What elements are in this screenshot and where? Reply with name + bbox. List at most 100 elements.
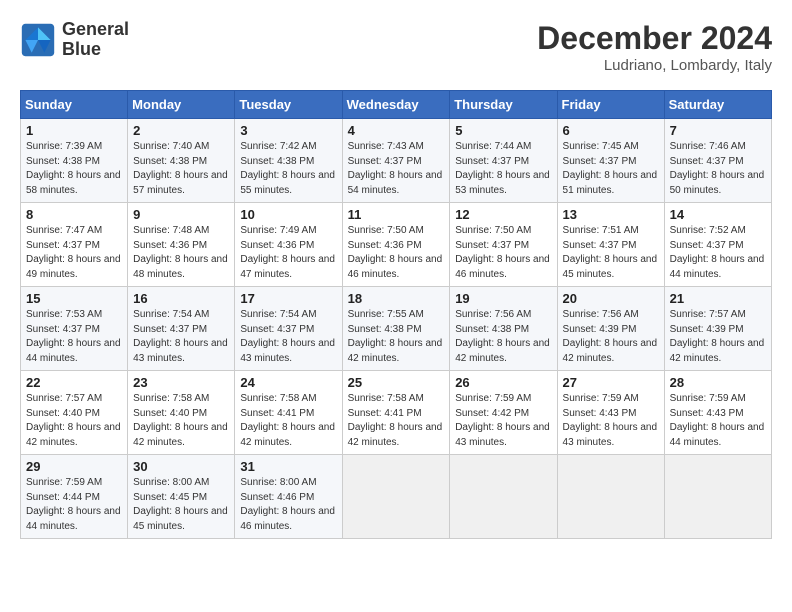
calendar-cell: 28 Sunrise: 7:59 AM Sunset: 4:43 PM Dayl… <box>664 371 771 455</box>
logo: General Blue <box>20 20 129 60</box>
weekday-header-thursday: Thursday <box>450 91 557 119</box>
day-number: 21 <box>670 291 766 306</box>
calendar-cell: 10 Sunrise: 7:49 AM Sunset: 4:36 PM Dayl… <box>235 203 342 287</box>
day-number: 4 <box>348 123 445 138</box>
day-number: 3 <box>240 123 336 138</box>
day-info: Sunrise: 7:56 AM Sunset: 4:39 PM Dayligh… <box>563 308 659 366</box>
day-number: 24 <box>240 375 336 390</box>
day-info: Sunrise: 7:45 AM Sunset: 4:37 PM Dayligh… <box>563 140 659 198</box>
weekday-header-sunday: Sunday <box>21 91 128 119</box>
calendar-cell: 13 Sunrise: 7:51 AM Sunset: 4:37 PM Dayl… <box>557 203 664 287</box>
calendar-cell: 19 Sunrise: 7:56 AM Sunset: 4:38 PM Dayl… <box>450 287 557 371</box>
calendar-cell: 12 Sunrise: 7:50 AM Sunset: 4:37 PM Dayl… <box>450 203 557 287</box>
day-info: Sunrise: 7:44 AM Sunset: 4:37 PM Dayligh… <box>455 140 551 198</box>
day-number: 28 <box>670 375 766 390</box>
month-title: December 2024 <box>537 20 772 57</box>
calendar-cell: 22 Sunrise: 7:57 AM Sunset: 4:40 PM Dayl… <box>21 371 128 455</box>
calendar-cell: 9 Sunrise: 7:48 AM Sunset: 4:36 PM Dayli… <box>128 203 235 287</box>
calendar-cell: 6 Sunrise: 7:45 AM Sunset: 4:37 PM Dayli… <box>557 119 664 203</box>
day-info: Sunrise: 7:42 AM Sunset: 4:38 PM Dayligh… <box>240 140 336 198</box>
day-number: 18 <box>348 291 445 306</box>
weekday-header-saturday: Saturday <box>664 91 771 119</box>
day-info: Sunrise: 8:00 AM Sunset: 4:45 PM Dayligh… <box>133 476 229 534</box>
day-number: 23 <box>133 375 229 390</box>
day-number: 12 <box>455 207 551 222</box>
calendar-cell: 26 Sunrise: 7:59 AM Sunset: 4:42 PM Dayl… <box>450 371 557 455</box>
day-number: 17 <box>240 291 336 306</box>
calendar-cell: 7 Sunrise: 7:46 AM Sunset: 4:37 PM Dayli… <box>664 119 771 203</box>
logo-icon <box>20 22 56 58</box>
day-info: Sunrise: 7:47 AM Sunset: 4:37 PM Dayligh… <box>26 224 122 282</box>
day-number: 9 <box>133 207 229 222</box>
calendar-cell: 16 Sunrise: 7:54 AM Sunset: 4:37 PM Dayl… <box>128 287 235 371</box>
weekday-header-wednesday: Wednesday <box>342 91 450 119</box>
weekday-header-monday: Monday <box>128 91 235 119</box>
calendar-cell: 18 Sunrise: 7:55 AM Sunset: 4:38 PM Dayl… <box>342 287 450 371</box>
day-info: Sunrise: 7:54 AM Sunset: 4:37 PM Dayligh… <box>240 308 336 366</box>
day-info: Sunrise: 7:50 AM Sunset: 4:37 PM Dayligh… <box>455 224 551 282</box>
day-number: 31 <box>240 459 336 474</box>
day-number: 2 <box>133 123 229 138</box>
calendar-week-2: 8 Sunrise: 7:47 AM Sunset: 4:37 PM Dayli… <box>21 203 772 287</box>
calendar-body: 1 Sunrise: 7:39 AM Sunset: 4:38 PM Dayli… <box>21 119 772 539</box>
day-number: 11 <box>348 207 445 222</box>
day-info: Sunrise: 7:49 AM Sunset: 4:36 PM Dayligh… <box>240 224 336 282</box>
calendar-cell: 20 Sunrise: 7:56 AM Sunset: 4:39 PM Dayl… <box>557 287 664 371</box>
calendar-cell: 23 Sunrise: 7:58 AM Sunset: 4:40 PM Dayl… <box>128 371 235 455</box>
calendar-cell: 14 Sunrise: 7:52 AM Sunset: 4:37 PM Dayl… <box>664 203 771 287</box>
day-number: 15 <box>26 291 122 306</box>
calendar-cell: 24 Sunrise: 7:58 AM Sunset: 4:41 PM Dayl… <box>235 371 342 455</box>
day-info: Sunrise: 8:00 AM Sunset: 4:46 PM Dayligh… <box>240 476 336 534</box>
weekday-header-friday: Friday <box>557 91 664 119</box>
calendar-cell: 5 Sunrise: 7:44 AM Sunset: 4:37 PM Dayli… <box>450 119 557 203</box>
day-info: Sunrise: 7:51 AM Sunset: 4:37 PM Dayligh… <box>563 224 659 282</box>
day-number: 30 <box>133 459 229 474</box>
calendar-cell: 1 Sunrise: 7:39 AM Sunset: 4:38 PM Dayli… <box>21 119 128 203</box>
day-number: 7 <box>670 123 766 138</box>
calendar-cell: 30 Sunrise: 8:00 AM Sunset: 4:45 PM Dayl… <box>128 455 235 539</box>
calendar-cell <box>557 455 664 539</box>
day-number: 29 <box>26 459 122 474</box>
day-info: Sunrise: 7:43 AM Sunset: 4:37 PM Dayligh… <box>348 140 445 198</box>
calendar-cell: 31 Sunrise: 8:00 AM Sunset: 4:46 PM Dayl… <box>235 455 342 539</box>
calendar-cell: 17 Sunrise: 7:54 AM Sunset: 4:37 PM Dayl… <box>235 287 342 371</box>
day-info: Sunrise: 7:57 AM Sunset: 4:39 PM Dayligh… <box>670 308 766 366</box>
day-number: 16 <box>133 291 229 306</box>
calendar-cell: 27 Sunrise: 7:59 AM Sunset: 4:43 PM Dayl… <box>557 371 664 455</box>
calendar-week-4: 22 Sunrise: 7:57 AM Sunset: 4:40 PM Dayl… <box>21 371 772 455</box>
day-info: Sunrise: 7:58 AM Sunset: 4:40 PM Dayligh… <box>133 392 229 450</box>
day-number: 19 <box>455 291 551 306</box>
day-info: Sunrise: 7:54 AM Sunset: 4:37 PM Dayligh… <box>133 308 229 366</box>
day-number: 10 <box>240 207 336 222</box>
calendar-cell: 4 Sunrise: 7:43 AM Sunset: 4:37 PM Dayli… <box>342 119 450 203</box>
title-block: December 2024 Ludriano, Lombardy, Italy <box>537 20 772 74</box>
calendar-cell: 21 Sunrise: 7:57 AM Sunset: 4:39 PM Dayl… <box>664 287 771 371</box>
calendar-cell <box>664 455 771 539</box>
day-number: 20 <box>563 291 659 306</box>
day-info: Sunrise: 7:53 AM Sunset: 4:37 PM Dayligh… <box>26 308 122 366</box>
calendar-cell: 2 Sunrise: 7:40 AM Sunset: 4:38 PM Dayli… <box>128 119 235 203</box>
weekday-header-tuesday: Tuesday <box>235 91 342 119</box>
logo-text: General Blue <box>62 20 129 60</box>
page-header: General Blue December 2024 Ludriano, Lom… <box>20 20 772 74</box>
calendar-table: SundayMondayTuesdayWednesdayThursdayFrid… <box>20 90 772 539</box>
day-info: Sunrise: 7:52 AM Sunset: 4:37 PM Dayligh… <box>670 224 766 282</box>
day-number: 1 <box>26 123 122 138</box>
calendar-cell: 11 Sunrise: 7:50 AM Sunset: 4:36 PM Dayl… <box>342 203 450 287</box>
calendar-header-row: SundayMondayTuesdayWednesdayThursdayFrid… <box>21 91 772 119</box>
calendar-cell: 8 Sunrise: 7:47 AM Sunset: 4:37 PM Dayli… <box>21 203 128 287</box>
day-info: Sunrise: 7:55 AM Sunset: 4:38 PM Dayligh… <box>348 308 445 366</box>
calendar-cell: 25 Sunrise: 7:58 AM Sunset: 4:41 PM Dayl… <box>342 371 450 455</box>
day-number: 6 <box>563 123 659 138</box>
day-number: 26 <box>455 375 551 390</box>
calendar-week-3: 15 Sunrise: 7:53 AM Sunset: 4:37 PM Dayl… <box>21 287 772 371</box>
calendar-cell <box>342 455 450 539</box>
day-info: Sunrise: 7:58 AM Sunset: 4:41 PM Dayligh… <box>240 392 336 450</box>
day-info: Sunrise: 7:50 AM Sunset: 4:36 PM Dayligh… <box>348 224 445 282</box>
day-info: Sunrise: 7:39 AM Sunset: 4:38 PM Dayligh… <box>26 140 122 198</box>
calendar-week-1: 1 Sunrise: 7:39 AM Sunset: 4:38 PM Dayli… <box>21 119 772 203</box>
day-number: 5 <box>455 123 551 138</box>
day-info: Sunrise: 7:56 AM Sunset: 4:38 PM Dayligh… <box>455 308 551 366</box>
day-info: Sunrise: 7:58 AM Sunset: 4:41 PM Dayligh… <box>348 392 445 450</box>
day-number: 13 <box>563 207 659 222</box>
